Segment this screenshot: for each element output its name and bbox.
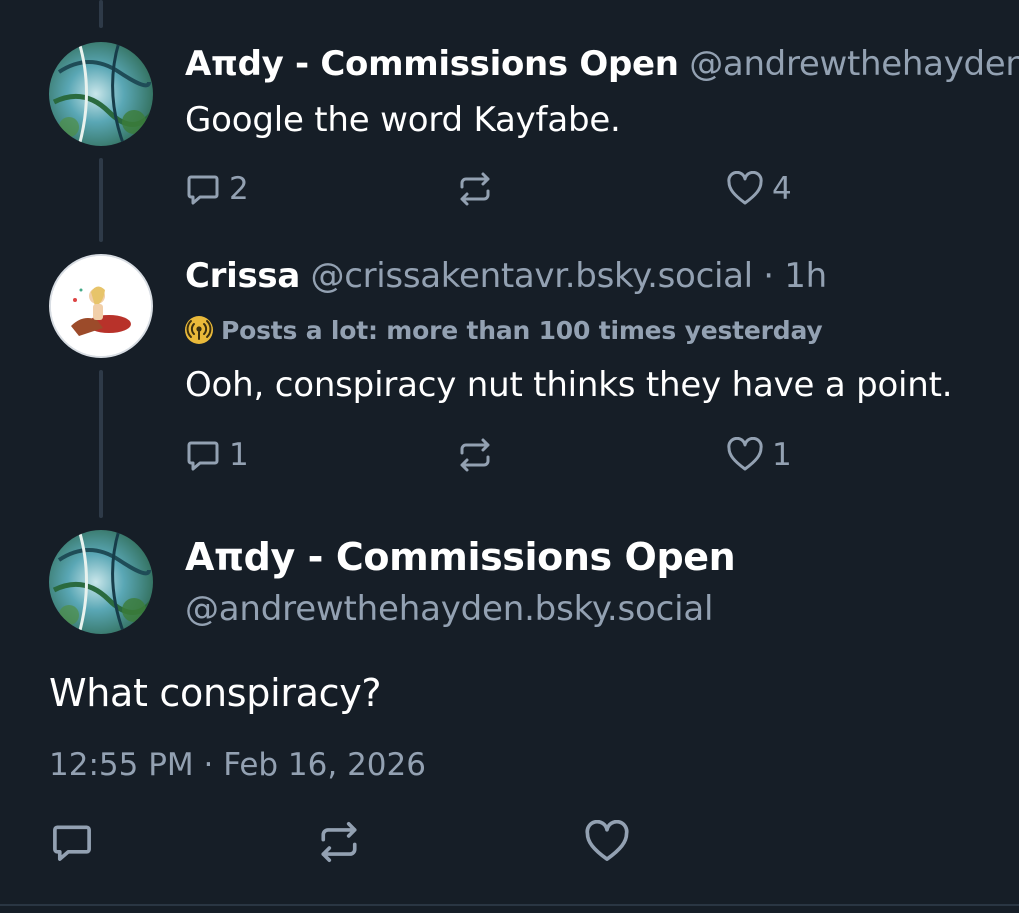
post-text: Ooh, conspiracy nut thinks they have a p… xyxy=(185,365,953,405)
post-timestamp: 12:55 PM · Feb 16, 2026 xyxy=(49,747,426,783)
repost-icon xyxy=(456,171,494,207)
reply-icon xyxy=(185,437,221,473)
post-header: Crissa @crissakentavr.bsky.social · 1h xyxy=(185,256,1019,296)
heart-icon xyxy=(726,171,764,207)
heart-icon xyxy=(583,820,631,864)
like-button[interactable] xyxy=(583,820,631,864)
avatar[interactable] xyxy=(49,530,153,634)
reply-count: 1 xyxy=(229,437,249,473)
thread-line-top xyxy=(99,0,103,28)
avatar[interactable] xyxy=(49,254,153,358)
handle[interactable]: @crissakentavr.bsky.social · 1h xyxy=(311,256,828,296)
thread-line-2 xyxy=(99,370,103,518)
avatar[interactable] xyxy=(49,42,153,146)
heart-icon xyxy=(726,437,764,473)
handle[interactable]: @andrewthehayden.bsky.social xyxy=(689,44,1019,84)
divider xyxy=(0,904,1019,906)
like-button[interactable]: 1 xyxy=(726,435,792,475)
activity-badge-text: Posts a lot: more than 100 times yesterd… xyxy=(221,315,823,345)
reply-icon xyxy=(49,820,95,864)
repost-icon xyxy=(456,437,494,473)
broadcast-icon xyxy=(185,316,213,344)
repost-icon xyxy=(316,820,362,864)
reply-button[interactable] xyxy=(49,822,95,862)
display-name[interactable]: Aπdy - Commissions Open xyxy=(185,535,736,579)
reply-button[interactable]: 2 xyxy=(185,169,249,209)
display-name[interactable]: Aπdy - Commissions Open xyxy=(185,44,679,84)
post-text: What conspiracy? xyxy=(49,671,382,715)
reply-icon xyxy=(185,171,221,207)
post-header: Aπdy - Commissions Open @andrewthehayden… xyxy=(185,44,1019,84)
like-count: 1 xyxy=(772,437,792,473)
repost-button[interactable] xyxy=(456,435,502,475)
reply-button[interactable]: 1 xyxy=(185,435,249,475)
display-name[interactable]: Crissa xyxy=(185,256,300,296)
handle[interactable]: @andrewthehayden.bsky.social xyxy=(185,588,713,630)
like-count: 4 xyxy=(772,171,792,207)
like-button[interactable]: 4 xyxy=(726,169,792,209)
activity-badge: Posts a lot: more than 100 times yesterd… xyxy=(185,313,823,347)
post-text: Google the word Kayfabe. xyxy=(185,100,621,140)
repost-button[interactable] xyxy=(456,169,502,209)
thread-line-1 xyxy=(99,158,103,242)
repost-button[interactable] xyxy=(316,822,362,862)
reply-count: 2 xyxy=(229,171,249,207)
